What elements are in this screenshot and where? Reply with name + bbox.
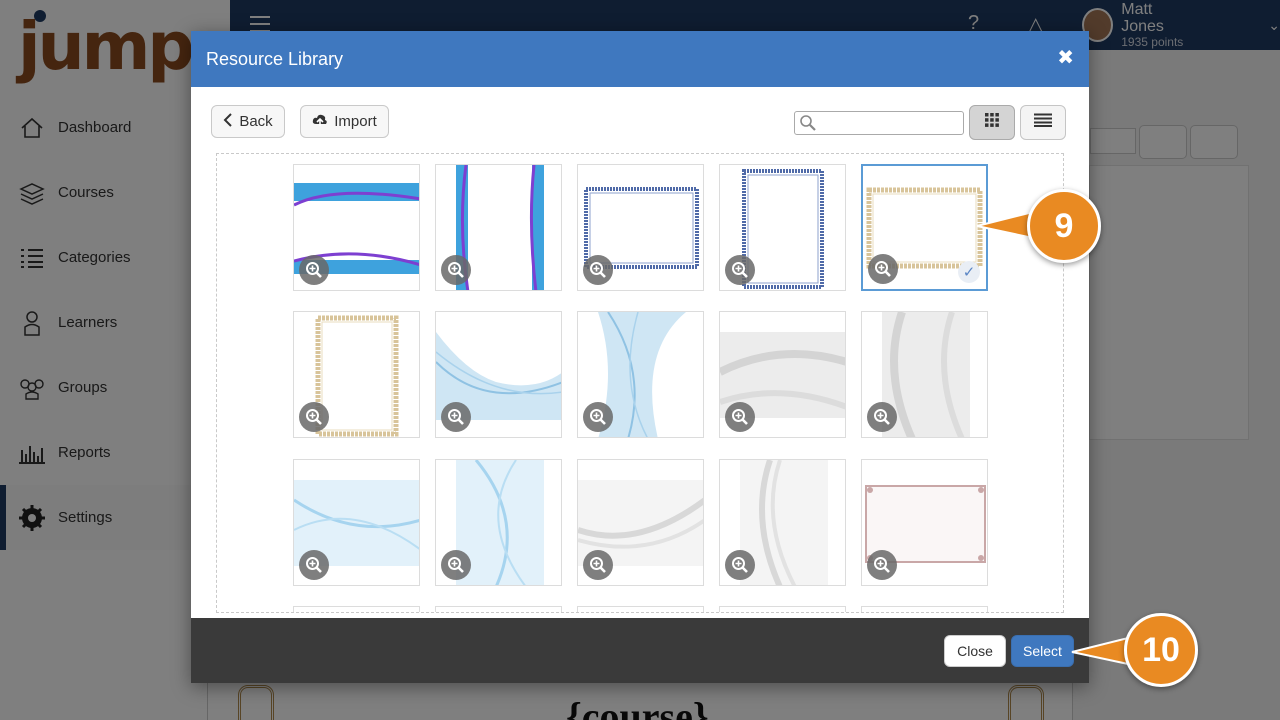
resource-library-modal: Resource Library ✖ Back Import ✓ Close S… (191, 31, 1089, 683)
thumbnail-item[interactable] (435, 311, 562, 438)
close-button[interactable]: Close (944, 635, 1006, 667)
zoom-icon[interactable] (583, 402, 613, 432)
thumbnail-item[interactable] (435, 459, 562, 586)
zoom-icon[interactable] (299, 255, 329, 285)
thumbnail-item[interactable] (293, 459, 420, 586)
zoom-icon[interactable] (725, 550, 755, 580)
zoom-icon[interactable] (725, 255, 755, 285)
list-view-button[interactable] (1020, 105, 1066, 140)
zoom-icon[interactable] (868, 254, 898, 284)
modal-footer: Close Select (191, 618, 1089, 683)
grid-icon (985, 113, 999, 132)
zoom-icon[interactable] (441, 550, 471, 580)
thumbnail-item[interactable] (577, 311, 704, 438)
import-button-label: Import (334, 113, 377, 130)
search-icon (799, 114, 817, 132)
modal-header: Resource Library ✖ (191, 31, 1089, 87)
zoom-icon[interactable] (867, 402, 897, 432)
thumbnail-item[interactable] (719, 311, 846, 438)
modal-toolbar: Back Import (191, 87, 1089, 149)
thumbnail-item[interactable] (293, 606, 420, 612)
back-button-label: Back (239, 113, 273, 130)
thumbnail-item[interactable] (719, 606, 846, 612)
thumbnail-item[interactable] (861, 459, 988, 586)
thumbnail-item[interactable] (577, 459, 704, 586)
back-button[interactable]: Back (211, 105, 285, 138)
thumbnail-item[interactable] (293, 311, 420, 438)
zoom-icon[interactable] (583, 550, 613, 580)
thumbnail-item[interactable] (435, 164, 562, 291)
callout-badge-10: 10 (1124, 613, 1198, 687)
thumbnail-item[interactable] (435, 606, 562, 612)
thumbnail-item[interactable] (293, 164, 420, 291)
thumbnail-item[interactable] (719, 459, 846, 586)
zoom-icon[interactable] (299, 550, 329, 580)
callout-badge-9: 9 (1027, 189, 1101, 263)
import-button[interactable]: Import (300, 105, 389, 138)
thumbnail-item[interactable] (577, 606, 704, 612)
zoom-icon[interactable] (725, 402, 755, 432)
callout-pointer-9 (976, 210, 1034, 240)
thumbnail-item-selected[interactable]: ✓ (861, 164, 988, 291)
close-icon[interactable]: ✖ (1057, 45, 1074, 70)
zoom-icon[interactable] (867, 550, 897, 580)
zoom-icon[interactable] (441, 255, 471, 285)
zoom-icon[interactable] (299, 402, 329, 432)
modal-title: Resource Library (206, 48, 344, 69)
resource-gallery: ✓ (216, 153, 1064, 613)
thumbnail-item[interactable] (861, 606, 988, 612)
select-button[interactable]: Select (1011, 635, 1074, 667)
thumbnail-item[interactable] (719, 164, 846, 291)
cloud-upload-icon (312, 113, 328, 130)
search-box (794, 111, 964, 135)
search-input[interactable] (821, 113, 961, 133)
chevron-left-icon (223, 113, 233, 130)
checkmark-icon: ✓ (958, 261, 980, 283)
list-view-icon (1034, 113, 1052, 132)
callout-pointer-10 (1071, 636, 1129, 666)
thumbnail-item[interactable] (577, 164, 704, 291)
zoom-icon[interactable] (583, 255, 613, 285)
thumbnail-item[interactable] (861, 311, 988, 438)
grid-view-button[interactable] (969, 105, 1015, 140)
zoom-icon[interactable] (441, 402, 471, 432)
